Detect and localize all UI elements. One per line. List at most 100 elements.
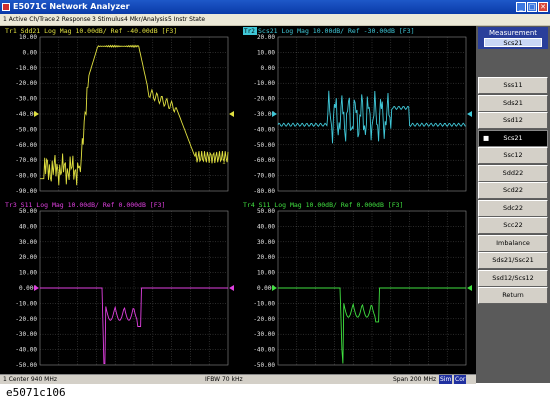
y-axis-label: -20.00 xyxy=(253,316,275,323)
softkey-ssc12[interactable]: Ssc12 xyxy=(478,147,548,164)
softkey-sdd22[interactable]: Sdd22 xyxy=(478,164,548,182)
y-axis-label: 10.00 xyxy=(19,270,37,277)
y-axis-label: -20.00 xyxy=(15,80,37,87)
y-axis-label: -50.00 xyxy=(15,126,37,133)
y-axis-label: -60.00 xyxy=(15,142,37,149)
y-axis-label: -50.00 xyxy=(15,362,37,369)
trace-panel-tr1: Tr1 Sdd21 Log Mag 10.00dB/ Ref -40.00dB … xyxy=(5,27,234,195)
y-axis-label: -30.00 xyxy=(15,331,37,338)
reference-right-marker-icon[interactable] xyxy=(467,285,472,291)
reference-right-marker-icon[interactable] xyxy=(229,285,234,291)
y-axis-label: -50.00 xyxy=(253,142,275,149)
y-axis-label: -80.00 xyxy=(253,188,275,195)
menu-stimulus[interactable]: 3 Stimulus xyxy=(92,14,124,25)
softkey-label: Scs21 xyxy=(503,133,523,142)
softkey-ssd12-scs12[interactable]: Ssd12/Scs12 xyxy=(478,269,548,287)
softkey-label: Imbalance xyxy=(496,238,530,247)
image-caption: e5071c106 xyxy=(6,386,66,399)
reference-right-marker-icon[interactable] xyxy=(229,111,234,117)
y-axis-label: 10.00 xyxy=(257,270,275,277)
y-axis-label: -20.00 xyxy=(15,316,37,323)
trace-panel-tr3: Tr3 S11 Log Mag 10.00dB/ Ref 0.000dB [F3… xyxy=(5,201,234,369)
softkey-header: Measurement Scs21 xyxy=(478,27,548,49)
softkey-scs21[interactable]: ■ Scs21 xyxy=(478,129,548,147)
trace-panel-tr4: Tr4 S11 Log Mag 10.00dB/ Ref 0.000dB [F3… xyxy=(243,201,472,369)
current-measurement: Scs21 xyxy=(484,38,542,47)
softkey-label: Sds21/Ssc21 xyxy=(492,256,534,264)
y-axis-label: -50.00 xyxy=(253,362,275,369)
ifbw-value: IFBW 70 kHz xyxy=(205,376,243,383)
sim-badge: Sim xyxy=(439,375,453,384)
softkey-label: Sss11 xyxy=(503,81,523,89)
y-axis-label: 40.00 xyxy=(257,223,275,230)
y-axis-label: -20.00 xyxy=(253,96,275,103)
status-bar: 1 Center 940 MHz IFBW 70 kHz Span 200 MH… xyxy=(0,374,476,384)
y-axis-label: 10.00 xyxy=(257,49,275,56)
y-axis-label: -70.00 xyxy=(253,173,275,180)
softkey-sdc22[interactable]: Sdc22 xyxy=(478,199,548,217)
y-axis-label: -30.00 xyxy=(253,331,275,338)
y-axis-label: 50.00 xyxy=(19,208,37,215)
softkey-sss11[interactable]: Sss11 xyxy=(478,77,548,94)
center-frequency: 1 Center 940 MHz xyxy=(3,376,58,383)
maximize-button[interactable]: □ xyxy=(527,2,537,12)
softkey-sds21-ssc21[interactable]: Sds21/Ssc21 xyxy=(478,252,548,269)
trace-panel-tr2: Scs21 Log Mag 10.00dB/ Ref -30.00dB [F3]… xyxy=(243,27,472,195)
softkey-scd22[interactable]: Scd22 xyxy=(478,182,548,199)
softkey-header-title: Measurement xyxy=(488,29,538,37)
menu-response[interactable]: 2 Response xyxy=(56,14,91,25)
marker-label: 1 xyxy=(222,158,226,165)
y-axis-label: 30.00 xyxy=(257,239,275,246)
y-axis-label: -10.00 xyxy=(15,65,37,72)
softkey-imbalance[interactable]: Imbalance xyxy=(478,234,548,252)
softkey-label: Scd22 xyxy=(502,186,524,194)
softkey-return[interactable]: Return xyxy=(478,287,548,304)
softkey-ssd12[interactable]: Ssd12 xyxy=(478,112,548,129)
y-axis-label: -10.00 xyxy=(15,300,37,307)
minimize-button[interactable]: _ xyxy=(516,2,526,12)
softkey-label: Sdc22 xyxy=(502,203,524,212)
menu-active-ch-trace[interactable]: 1 Active Ch/Trace xyxy=(3,14,55,25)
title-bar: E5071C Network Analyzer _ □ ✕ xyxy=(0,0,550,14)
softkey-label: Ssd12 xyxy=(503,116,523,124)
softkey-label: Scc22 xyxy=(503,221,523,229)
softkey-label: Sds21 xyxy=(503,98,523,107)
y-axis-label: -60.00 xyxy=(253,157,275,164)
y-axis-label: 20.00 xyxy=(257,34,275,41)
y-axis-label: 10.00 xyxy=(19,34,37,41)
cor-badge: Cor xyxy=(454,375,467,384)
y-axis-label: -70.00 xyxy=(15,157,37,164)
y-axis-label: -10.00 xyxy=(253,80,275,87)
close-button[interactable]: ✕ xyxy=(538,2,548,12)
menu-instr-state[interactable]: 5 Instr State xyxy=(168,14,205,25)
y-axis-label: 0.00 xyxy=(261,65,276,72)
softkey-label: Return xyxy=(502,291,524,299)
menu-mkr-analysis[interactable]: 4 Mkr/Analysis xyxy=(124,14,168,25)
y-axis-label: -40.00 xyxy=(253,347,275,354)
window-title: E5071C Network Analyzer xyxy=(13,2,130,11)
reference-right-marker-icon[interactable] xyxy=(467,111,472,117)
trace-badge-label: Tr2 xyxy=(244,28,255,35)
y-axis-label: -80.00 xyxy=(15,173,37,180)
trace-display: Tr1 Sdd21 Log Mag 10.00dB/ Ref -40.00dB … xyxy=(5,27,472,369)
app-icon xyxy=(2,3,10,11)
softkey-sds21[interactable]: Sds21 xyxy=(478,94,548,112)
span-value: Span 200 MHz xyxy=(393,376,437,383)
softkey-label: Sdd22 xyxy=(502,168,524,177)
y-axis-label: 50.00 xyxy=(257,208,275,215)
y-axis-label: -30.00 xyxy=(15,96,37,103)
y-axis-label: 40.00 xyxy=(19,223,37,230)
softkey-scc22[interactable]: Scc22 xyxy=(478,217,548,234)
menu-bar: 1 Active Ch/Trace 2 Response 3 Stimulus … xyxy=(0,14,550,26)
trace-header-tr2: Scs21 Log Mag 10.00dB/ Ref -30.00dB [F3] xyxy=(258,27,415,35)
y-axis-label: 20.00 xyxy=(257,254,275,261)
y-axis-label: -10.00 xyxy=(253,300,275,307)
plot-area: Tr1 Sdd21 Log Mag 10.00dB/ Ref -40.00dB … xyxy=(0,26,476,374)
y-axis-label: 20.00 xyxy=(19,254,37,261)
active-indicator-icon: ■ xyxy=(483,133,490,142)
y-axis-label: -90.00 xyxy=(15,188,37,195)
y-axis-label: 0.00 xyxy=(23,49,38,56)
y-axis-label: -40.00 xyxy=(15,347,37,354)
y-axis-label: -40.00 xyxy=(253,126,275,133)
softkey-label: Ssd12/Scs12 xyxy=(492,273,534,282)
